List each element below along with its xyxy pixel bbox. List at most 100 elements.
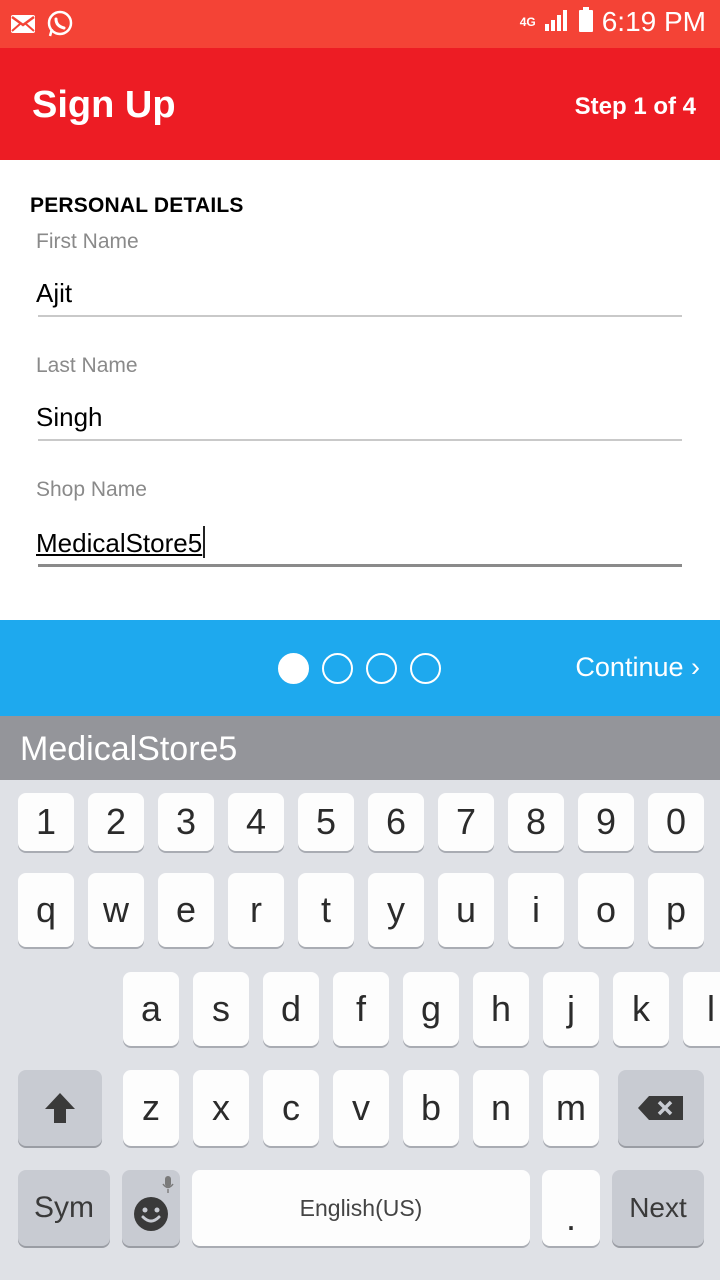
key-9[interactable]: 9 bbox=[578, 793, 634, 851]
key-y[interactable]: y bbox=[368, 873, 424, 947]
last-name-input[interactable]: Singh bbox=[36, 402, 103, 433]
last-name-field[interactable]: Last Name Singh bbox=[36, 354, 682, 444]
key-m[interactable]: m bbox=[543, 1070, 599, 1146]
key-s[interactable]: s bbox=[193, 972, 249, 1046]
key-label: z bbox=[142, 1087, 160, 1128]
key-w[interactable]: w bbox=[88, 873, 144, 947]
key-label: f bbox=[355, 988, 366, 1029]
key-j[interactable]: j bbox=[543, 972, 599, 1046]
key-label: 4 bbox=[245, 801, 267, 842]
key-a[interactable]: a bbox=[123, 972, 179, 1046]
key-label: e bbox=[175, 889, 197, 930]
key-c[interactable]: c bbox=[263, 1070, 319, 1146]
key-h[interactable]: h bbox=[473, 972, 529, 1046]
key-x[interactable]: x bbox=[193, 1070, 249, 1146]
key-label: l bbox=[707, 988, 715, 1029]
key-o[interactable]: o bbox=[578, 873, 634, 947]
key-5[interactable]: 5 bbox=[298, 793, 354, 851]
shop-name-label: Shop Name bbox=[36, 478, 147, 501]
text-cursor bbox=[203, 526, 206, 558]
key-label: 1 bbox=[35, 801, 57, 842]
suggestion-bar: MedicalStore5 bbox=[0, 716, 720, 780]
section-title: PERSONAL DETAILS bbox=[30, 194, 244, 217]
backspace-icon bbox=[637, 1095, 685, 1121]
network-type: 4G bbox=[519, 15, 536, 29]
key-label: a bbox=[140, 988, 162, 1029]
key-1[interactable]: 1 bbox=[18, 793, 74, 851]
continue-button[interactable]: Continue › bbox=[575, 652, 700, 683]
key-label: 8 bbox=[525, 801, 547, 842]
key-0[interactable]: 0 bbox=[648, 793, 704, 851]
app-toolbar: Sign Up Step 1 of 4 bbox=[0, 48, 720, 160]
key-label: 7 bbox=[455, 801, 477, 842]
first-name-field[interactable]: First Name Ajit bbox=[36, 230, 682, 320]
key-label: s bbox=[212, 988, 230, 1029]
key-n[interactable]: n bbox=[473, 1070, 529, 1146]
key-6[interactable]: 6 bbox=[368, 793, 424, 851]
key-i[interactable]: i bbox=[508, 873, 564, 947]
key-label: n bbox=[490, 1087, 512, 1128]
key-label: j bbox=[567, 988, 575, 1029]
shop-name-input[interactable]: MedicalStore5 bbox=[36, 526, 206, 559]
key-p[interactable]: p bbox=[648, 873, 704, 947]
key-label: 3 bbox=[175, 801, 197, 842]
battery-icon bbox=[578, 6, 594, 38]
shop-name-value: MedicalStore5 bbox=[36, 528, 203, 558]
key-l[interactable]: l bbox=[683, 972, 720, 1046]
emoji-key[interactable] bbox=[122, 1170, 180, 1246]
key-b[interactable]: b bbox=[403, 1070, 459, 1146]
shop-name-field[interactable]: Shop Name MedicalStore5 bbox=[36, 478, 682, 570]
key-8[interactable]: 8 bbox=[508, 793, 564, 851]
key-k[interactable]: k bbox=[613, 972, 669, 1046]
status-left-icons bbox=[10, 10, 74, 43]
key-z[interactable]: z bbox=[123, 1070, 179, 1146]
key-t[interactable]: t bbox=[298, 873, 354, 947]
key-v[interactable]: v bbox=[333, 1070, 389, 1146]
last-name-underline bbox=[38, 439, 682, 441]
sym-label: Sym bbox=[34, 1191, 94, 1224]
soft-keyboard: Sym English(US) . Next 1 2 3 4 5 6 7 8 9 0 q w e r t y u… bbox=[0, 780, 720, 1280]
key-q[interactable]: q bbox=[18, 873, 74, 947]
page-dot-4 bbox=[410, 653, 441, 684]
key-g[interactable]: g bbox=[403, 972, 459, 1046]
period-key[interactable]: . bbox=[542, 1170, 600, 1246]
page-dot-3 bbox=[366, 653, 397, 684]
backspace-key[interactable] bbox=[618, 1070, 704, 1146]
key-label: 5 bbox=[315, 801, 337, 842]
status-bar: 4G 6:19 PM bbox=[0, 0, 720, 48]
mail-icon bbox=[10, 14, 36, 39]
key-label: p bbox=[665, 889, 687, 930]
key-label: y bbox=[387, 889, 405, 930]
key-label: g bbox=[420, 988, 442, 1029]
sym-key[interactable]: Sym bbox=[18, 1170, 110, 1246]
space-key[interactable]: English(US) bbox=[192, 1170, 530, 1246]
key-3[interactable]: 3 bbox=[158, 793, 214, 851]
key-label: b bbox=[420, 1087, 442, 1128]
key-e[interactable]: e bbox=[158, 873, 214, 947]
key-u[interactable]: u bbox=[438, 873, 494, 947]
key-r[interactable]: r bbox=[228, 873, 284, 947]
key-label: q bbox=[35, 889, 57, 930]
key-d[interactable]: d bbox=[263, 972, 319, 1046]
key-label: 6 bbox=[385, 801, 407, 842]
emoji-icon bbox=[133, 1196, 169, 1232]
last-name-label: Last Name bbox=[36, 354, 138, 377]
key-label: o bbox=[595, 889, 617, 930]
mic-icon bbox=[162, 1176, 174, 1194]
shift-key[interactable] bbox=[18, 1070, 102, 1146]
key-7[interactable]: 7 bbox=[438, 793, 494, 851]
key-2[interactable]: 2 bbox=[88, 793, 144, 851]
first-name-label: First Name bbox=[36, 230, 139, 253]
page-dot-1 bbox=[278, 653, 309, 684]
key-label: h bbox=[490, 988, 512, 1029]
key-4[interactable]: 4 bbox=[228, 793, 284, 851]
key-label: d bbox=[280, 988, 302, 1029]
next-key[interactable]: Next bbox=[612, 1170, 704, 1246]
suggestion-text[interactable]: MedicalStore5 bbox=[20, 730, 237, 769]
pager-bar: Continue › bbox=[0, 620, 720, 716]
key-label: c bbox=[282, 1087, 300, 1128]
key-label: 9 bbox=[595, 801, 617, 842]
key-f[interactable]: f bbox=[333, 972, 389, 1046]
next-label: Next bbox=[629, 1192, 687, 1223]
first-name-input[interactable]: Ajit bbox=[36, 278, 72, 309]
